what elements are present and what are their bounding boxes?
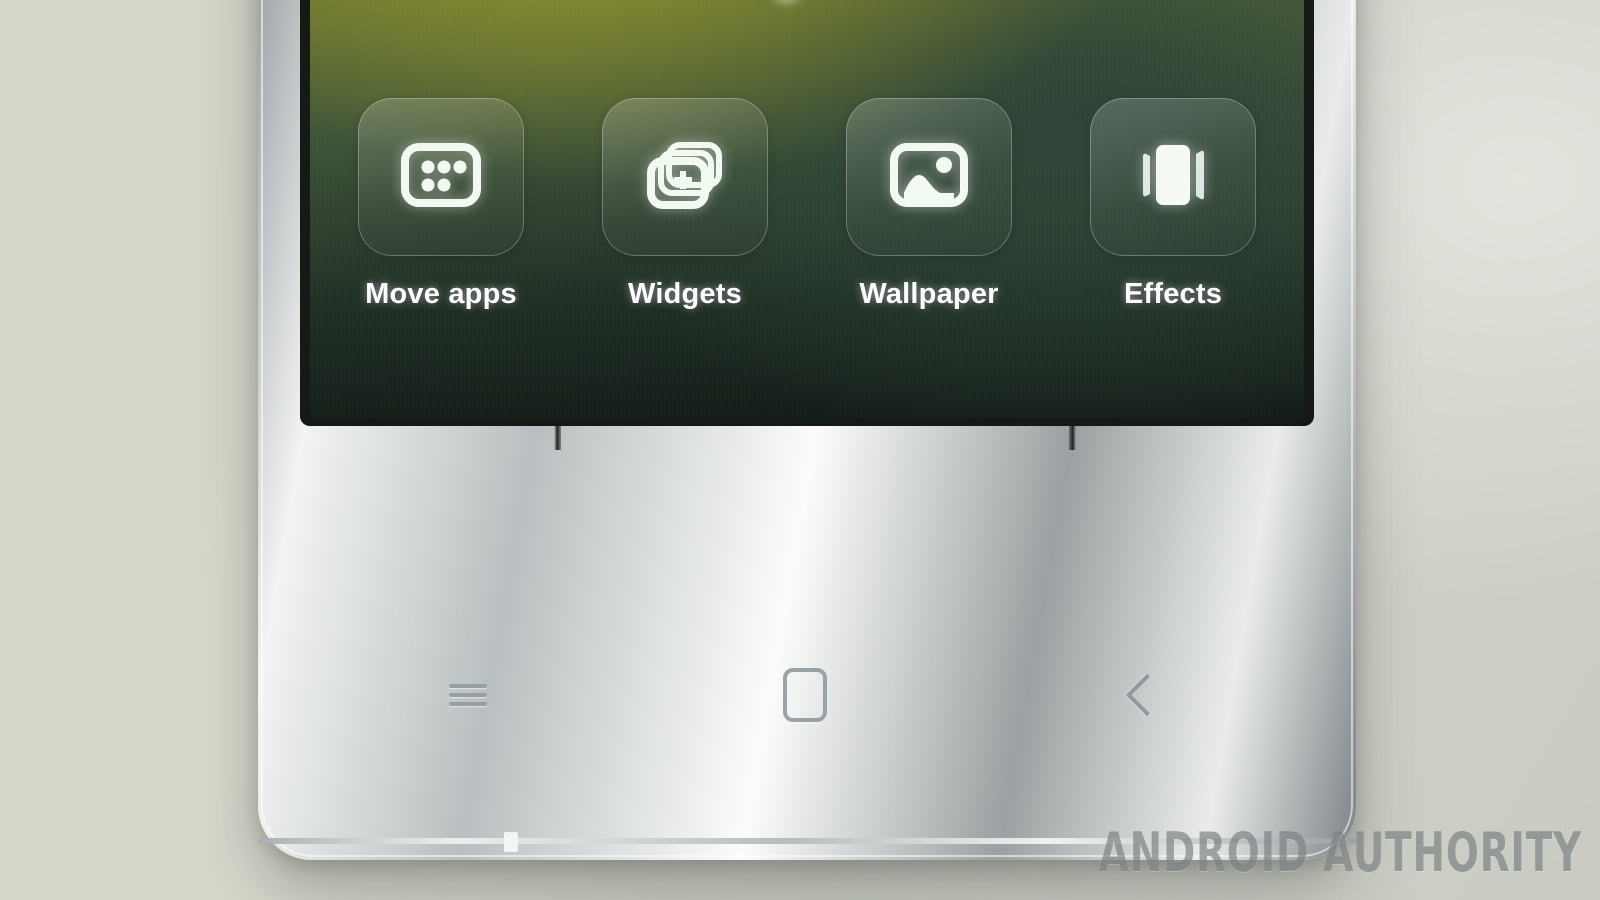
home-button[interactable]: [745, 650, 865, 740]
action-label-effects: Effects: [1123, 278, 1223, 310]
action-label-move-apps: Move apps: [365, 278, 517, 310]
hamburger-menu-icon: [449, 679, 488, 711]
effects-tile[interactable]: [1090, 98, 1256, 256]
antenna-gap: [504, 832, 518, 852]
effects-icon: [1133, 140, 1213, 215]
capacitive-nav-bar: [300, 620, 1310, 770]
move-apps-icon: [401, 142, 481, 212]
display-screen[interactable]: Settings Tools Security: [310, 0, 1304, 418]
widgets-icon: [645, 139, 725, 216]
wallpaper-icon: [890, 142, 968, 212]
menu-button[interactable]: [408, 650, 528, 740]
action-widgets[interactable]: Widgets: [600, 98, 770, 311]
action-move-apps[interactable]: Move apps: [356, 98, 526, 311]
wallpaper-tile[interactable]: [846, 98, 1012, 256]
chevron-left-icon: [1125, 673, 1168, 717]
home-square-icon: [782, 668, 827, 722]
edit-mode-action-row: Move apps Widgets Wallpaper Effects: [310, 98, 1304, 311]
action-wallpaper[interactable]: Wallpaper: [844, 98, 1014, 311]
back-button[interactable]: [1082, 650, 1202, 740]
move-apps-tile[interactable]: [358, 98, 524, 256]
action-label-widgets: Widgets: [628, 278, 742, 310]
screenshot-root: Settings Tools Security: [0, 0, 1600, 900]
watermark: ANDROID AUTHORITY: [1098, 821, 1582, 884]
action-label-wallpaper: Wallpaper: [859, 278, 999, 310]
widgets-tile[interactable]: [602, 98, 768, 256]
action-effects[interactable]: Effects: [1088, 98, 1258, 311]
